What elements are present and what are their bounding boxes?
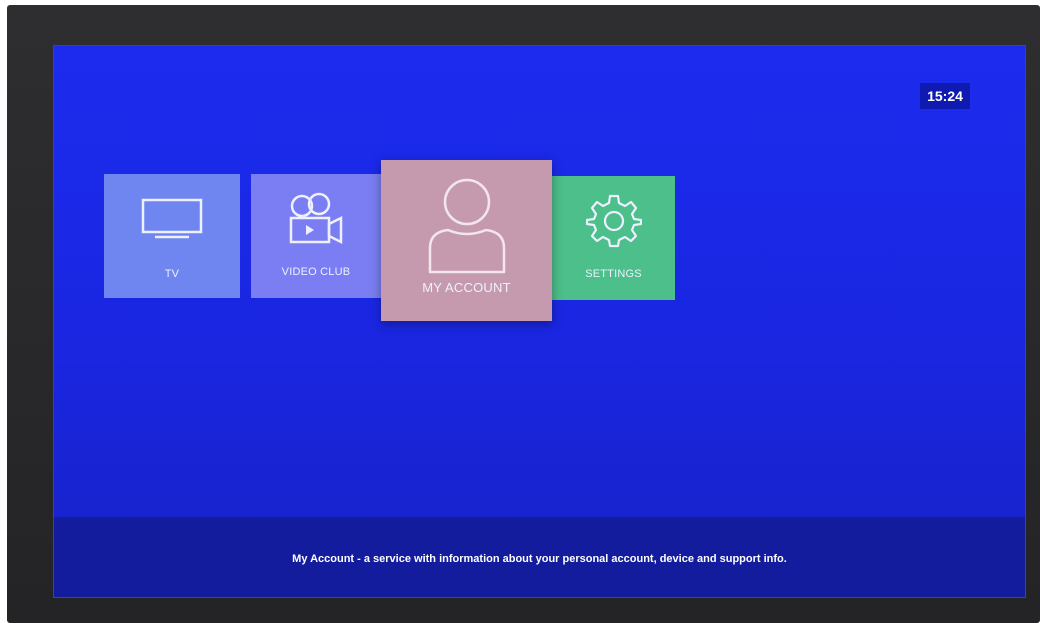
user-icon (428, 178, 505, 274)
clock-time: 15:24 (927, 88, 963, 104)
gear-icon (585, 194, 642, 248)
tv-bezel: 15:24 TV VIDEO CLUB MY ACCOUNT SETTINGS … (7, 5, 1040, 623)
menu-tile-settings-label: SETTINGS (585, 268, 642, 280)
tv-screen: 15:24 TV VIDEO CLUB MY ACCOUNT SETTINGS … (53, 45, 1026, 598)
video-camera-icon (289, 192, 343, 245)
tv-icon (141, 198, 203, 239)
menu-tile-my-account-label: MY ACCOUNT (422, 280, 511, 295)
menu-tile-tv[interactable]: TV (104, 174, 240, 298)
clock: 15:24 (920, 83, 970, 109)
info-description: My Account - a service with information … (292, 553, 787, 565)
menu-tile-tv-label: TV (164, 268, 180, 280)
menu-tile-video-club-label: VIDEO CLUB (281, 266, 351, 278)
info-bar: My Account - a service with information … (54, 517, 1025, 597)
menu-tile-video-club[interactable]: VIDEO CLUB (251, 174, 381, 298)
menu-tile-my-account[interactable]: MY ACCOUNT (381, 160, 552, 321)
menu-tile-settings[interactable]: SETTINGS (552, 176, 675, 300)
